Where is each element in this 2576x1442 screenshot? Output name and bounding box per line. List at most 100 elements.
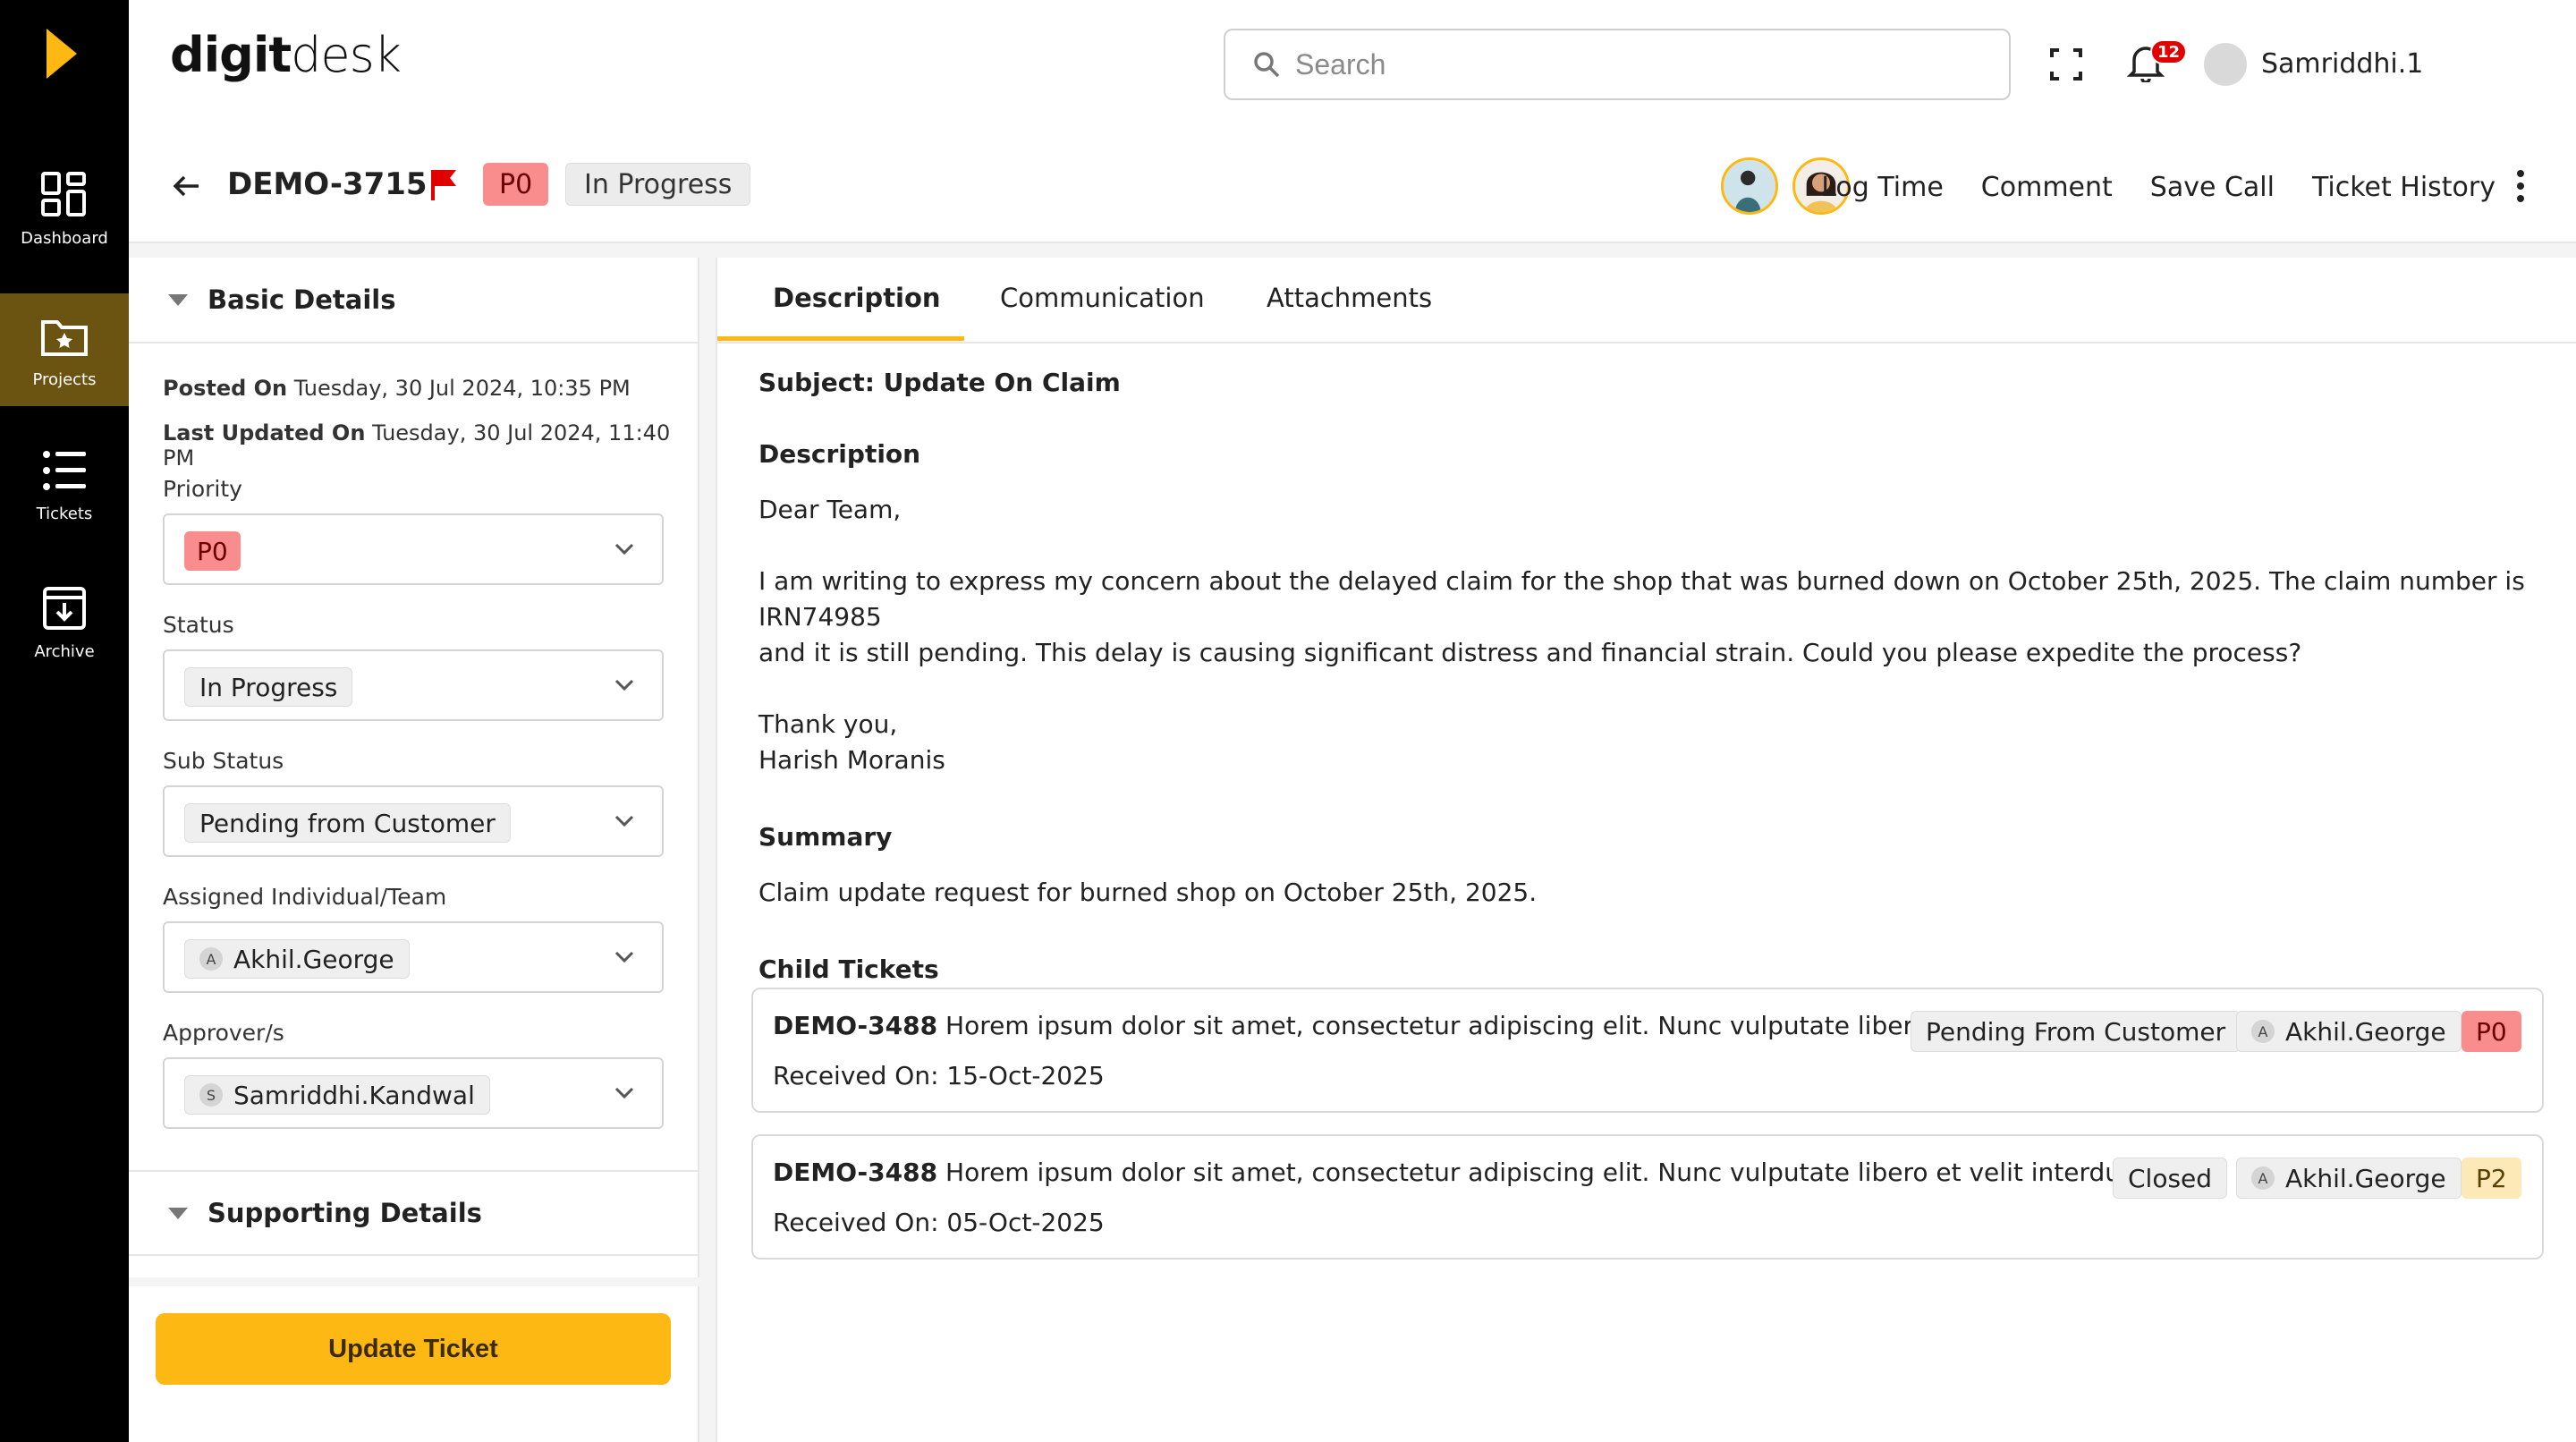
sidebar-item-projects[interactable]: Projects [0,293,129,406]
priority-badge: P0 [483,163,549,206]
description-content: Subject: Update On Claim Description Dea… [758,365,2529,988]
ticket-id: DEMO-3715 [227,166,428,202]
ticket-history-button[interactable]: Ticket History [2312,172,2496,203]
app-logo-icon[interactable] [47,29,77,79]
body-line-2: and it is still pending. This delay is c… [758,638,2302,667]
subject-line: Subject: Update On Claim [758,368,1121,397]
assignee-badge: A Akhil.George [2236,1158,2462,1199]
signature: Harish Moranis [758,745,945,775]
sidebar-item-label: Dashboard [21,228,108,248]
posted-on: Posted On Tuesday, 30 Jul 2024, 10:35 PM [163,376,631,401]
assignee-initial: A [199,947,223,971]
tab-communication[interactable]: Communication [1000,283,1205,313]
avatar[interactable] [2204,43,2247,86]
caret-down-icon [168,293,188,306]
brand-bold: digit [170,27,292,83]
update-ticket-button[interactable]: Update Ticket [156,1313,671,1385]
priority-label: Priority [163,476,242,502]
sub-status-chip: Pending from Customer [184,803,511,843]
posted-on-label: Posted On [163,376,288,401]
child-ticket-card[interactable]: DEMO-3488 Horem ipsum dolor sit amet, co… [751,988,2544,1113]
sidebar: Dashboard Projects Tickets Archive [0,0,129,1442]
posted-on-value: Tuesday, 30 Jul 2024, 10:35 PM [293,376,631,401]
sidebar-item-archive[interactable]: Archive [0,565,129,678]
section-title: Basic Details [208,284,396,315]
approver-select[interactable]: S Samriddhi.Kandwal [163,1057,664,1129]
save-call-button[interactable]: Save Call [2150,172,2275,203]
ticket-actions: Log Time Comment Save Call Ticket Histor… [1821,172,2496,203]
sidebar-item-label: Archive [34,641,95,661]
tab-description[interactable]: Description [773,283,941,313]
tab-bar: Description Communication Attachments [717,258,2576,344]
assigned-label: Assigned Individual/Team [163,884,447,910]
dashboard-icon [41,171,86,216]
search-input[interactable] [1224,29,2011,100]
child-ticket-card[interactable]: DEMO-3488 Horem ipsum dolor sit amet, co… [751,1134,2544,1260]
status-badge: Pending From Customer [1911,1011,2241,1052]
priority-badge: P2 [2462,1158,2521,1199]
brand-light: desk [291,27,402,83]
back-arrow-icon[interactable] [168,168,204,204]
sidebar-item-label: Tickets [36,504,93,523]
approver-label: Approver/s [163,1020,284,1046]
supporting-details-header[interactable]: Supporting Details [129,1170,699,1256]
chevron-down-icon [614,543,634,556]
child-ticket-text: Horem ipsum dolor sit amet, consectetur … [945,1158,2215,1187]
sub-status-select[interactable]: Pending from Customer [163,785,664,857]
priority-chip: P0 [184,531,241,571]
child-ticket-received: Received On: 05-Oct-2025 [773,1208,1105,1237]
chevron-down-icon [614,951,634,963]
child-ticket-received: Received On: 15-Oct-2025 [773,1061,1105,1090]
child-ticket-id: DEMO-3488 [773,1158,938,1187]
child-ticket-title: DEMO-3488 Horem ipsum dolor sit amet, co… [773,1158,2214,1187]
comment-button[interactable]: Comment [1981,172,2113,203]
ticket-header: DEMO-3715 P0 In Progress Log Time Commen… [129,129,2576,243]
log-time-button[interactable]: Log Time [1821,172,1944,203]
description-heading: Description [758,439,921,469]
greeting: Dear Team, [758,495,902,524]
assignee-initial: A [2251,1166,2275,1190]
assignee-name: Akhil.George [2285,1016,2446,1047]
chevron-down-icon [614,815,634,827]
details-panel: Basic Details Posted On Tuesday, 30 Jul … [129,258,699,1442]
summary-text: Claim update request for burned shop on … [758,878,1538,907]
sidebar-item-tickets[interactable]: Tickets [0,428,129,540]
more-options-icon[interactable] [2515,168,2526,204]
caret-down-icon [168,1207,188,1219]
list-icon [43,450,86,490]
active-tab-indicator [717,336,964,341]
approver-name: Samriddhi.Kandwal [233,1080,475,1110]
assigned-select[interactable]: A Akhil.George [163,921,664,993]
basic-details-header[interactable]: Basic Details [129,258,699,344]
status-chip: In Progress [184,667,353,707]
assignee-badge: A Akhil.George [2236,1011,2462,1052]
flag-icon [431,170,456,200]
divider [129,1277,699,1286]
last-updated-label: Last Updated On [163,420,366,445]
sub-status-label: Sub Status [163,748,284,774]
assignee-name: Akhil.George [2285,1163,2446,1193]
sidebar-item-dashboard[interactable]: Dashboard [0,152,129,265]
tab-attachments[interactable]: Attachments [1267,283,1432,313]
search-icon [1254,52,1280,78]
approver-initial: S [199,1083,223,1107]
status-select[interactable]: In Progress [163,649,664,721]
signoff: Thank you, [758,709,898,739]
fullscreen-icon[interactable] [2048,47,2084,82]
child-ticket-title: DEMO-3488 Horem ipsum dolor sit amet, co… [773,1011,1985,1040]
assignee-chip: A Akhil.George [184,939,410,979]
sidebar-item-label: Projects [32,369,97,389]
last-updated: Last Updated On Tuesday, 30 Jul 2024, 11… [163,420,698,471]
chevron-down-icon [614,679,634,691]
folder-star-icon [41,319,88,356]
section-title: Supporting Details [208,1198,482,1228]
priority-select[interactable]: P0 [163,513,664,585]
user-name[interactable]: Samriddhi.1 [2261,48,2423,80]
assignee-name: Akhil.George [233,944,394,974]
status-label: Status [163,612,234,638]
child-tickets-heading: Child Tickets [758,954,939,984]
brand-logo[interactable]: digitdesk [170,27,402,83]
person-icon [1724,160,1775,212]
summary-heading: Summary [758,822,893,852]
member-avatar[interactable] [1721,157,1778,215]
